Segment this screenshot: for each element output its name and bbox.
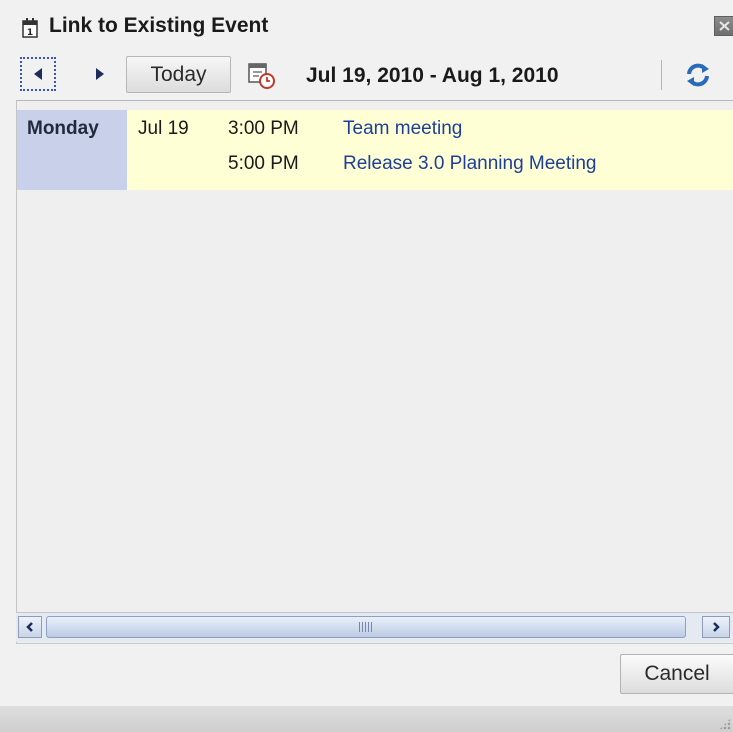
- arrow-right-icon: [96, 68, 104, 80]
- event-time: 5:00 PM: [228, 153, 299, 174]
- chevron-right-icon: [713, 622, 720, 632]
- arrow-left-icon: [34, 68, 42, 80]
- close-icon: [719, 21, 730, 31]
- calendar-toolbar: Today Jul 19, 2010 - Aug 1, 2010: [0, 50, 733, 100]
- previous-period-button[interactable]: [20, 57, 56, 91]
- event-list: Monday Jul 19 3:00 PM Team meeting 5:00 …: [16, 100, 733, 643]
- resize-grip-icon[interactable]: [719, 718, 731, 730]
- dialog-title: Link to Existing Event: [49, 14, 269, 37]
- day-group: Monday Jul 19 3:00 PM Team meeting 5:00 …: [17, 110, 733, 190]
- horizontal-scrollbar[interactable]: [16, 612, 733, 642]
- event-link[interactable]: Team meeting: [343, 118, 462, 140]
- today-button[interactable]: Today: [126, 56, 231, 93]
- chevron-left-icon: [26, 622, 33, 632]
- close-button[interactable]: [714, 16, 733, 36]
- calendar-icon: 1: [22, 18, 38, 38]
- refresh-button[interactable]: [683, 60, 713, 90]
- event-link[interactable]: Release 3.0 Planning Meeting: [343, 153, 597, 175]
- date-range-label: Jul 19, 2010 - Aug 1, 2010: [306, 64, 559, 87]
- footer-divider: [16, 643, 733, 644]
- event-row[interactable]: 5:00 PM Release 3.0 Planning Meeting: [17, 145, 733, 179]
- status-bar: [0, 706, 733, 732]
- next-period-button[interactable]: [88, 57, 112, 91]
- link-event-dialog: 1 Link to Existing Event Today Jul 19, 2…: [0, 0, 733, 732]
- event-row[interactable]: 3:00 PM Team meeting: [17, 110, 733, 144]
- toolbar-divider: [661, 60, 662, 90]
- grip-icon: [359, 622, 373, 632]
- scroll-thumb[interactable]: [46, 616, 686, 638]
- svg-text:1: 1: [27, 28, 33, 38]
- calendar-clock-icon[interactable]: [246, 60, 276, 90]
- scroll-left-button[interactable]: [18, 616, 42, 638]
- scroll-right-button[interactable]: [702, 616, 730, 638]
- refresh-icon: [687, 63, 709, 87]
- cancel-button[interactable]: Cancel: [620, 654, 733, 694]
- dialog-titlebar: 1 Link to Existing Event: [0, 0, 733, 50]
- event-time: 3:00 PM: [228, 118, 299, 139]
